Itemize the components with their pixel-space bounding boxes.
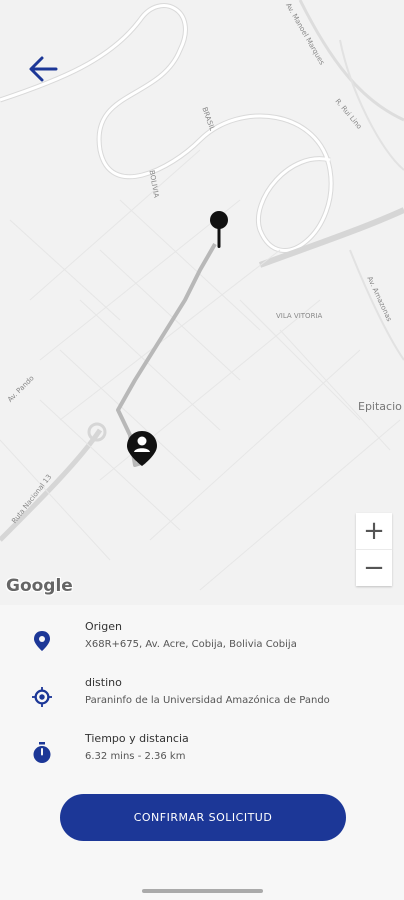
zoom-in-button[interactable]: + bbox=[356, 513, 392, 550]
arrow-left-icon bbox=[29, 56, 58, 82]
trip-details-panel: Origen X68R+675, Av. Acre, Cobija, Boliv… bbox=[0, 605, 404, 900]
destination-row: distino Paraninfo de la Universidad Amaz… bbox=[0, 676, 404, 716]
stopwatch-icon bbox=[33, 742, 51, 763]
confirm-request-button[interactable]: CONFIRMAR SOLICITUD bbox=[60, 794, 346, 841]
location-pin-icon bbox=[34, 631, 50, 651]
place-label: Epitacio bbox=[358, 400, 402, 413]
destination-marker-icon[interactable] bbox=[126, 430, 158, 472]
origin-label: Origen bbox=[85, 620, 122, 633]
time-distance-value: 6.32 mins - 2.36 km bbox=[85, 751, 186, 762]
target-icon bbox=[32, 687, 52, 707]
neighborhood-label: VILA VITORIA bbox=[276, 312, 323, 320]
google-logo: Google bbox=[6, 576, 73, 596]
back-button[interactable] bbox=[24, 52, 64, 86]
origin-marker-icon[interactable] bbox=[209, 210, 229, 254]
origin-row: Origen X68R+675, Av. Acre, Cobija, Boliv… bbox=[0, 620, 404, 660]
map-canvas bbox=[0, 0, 404, 591]
destination-value: Paraninfo de la Universidad Amazónica de… bbox=[85, 695, 330, 706]
home-indicator[interactable] bbox=[142, 889, 263, 893]
time-distance-label: Tiempo y distancia bbox=[85, 732, 189, 745]
time-distance-row: Tiempo y distancia 6.32 mins - 2.36 km bbox=[0, 732, 404, 772]
zoom-out-button[interactable]: − bbox=[356, 550, 392, 586]
map-view[interactable]: Av. Manoel Marques R. Rui Lino Av. Amazo… bbox=[0, 0, 404, 605]
destination-label: distino bbox=[85, 676, 122, 689]
origin-value: X68R+675, Av. Acre, Cobija, Bolivia Cobi… bbox=[85, 639, 297, 650]
